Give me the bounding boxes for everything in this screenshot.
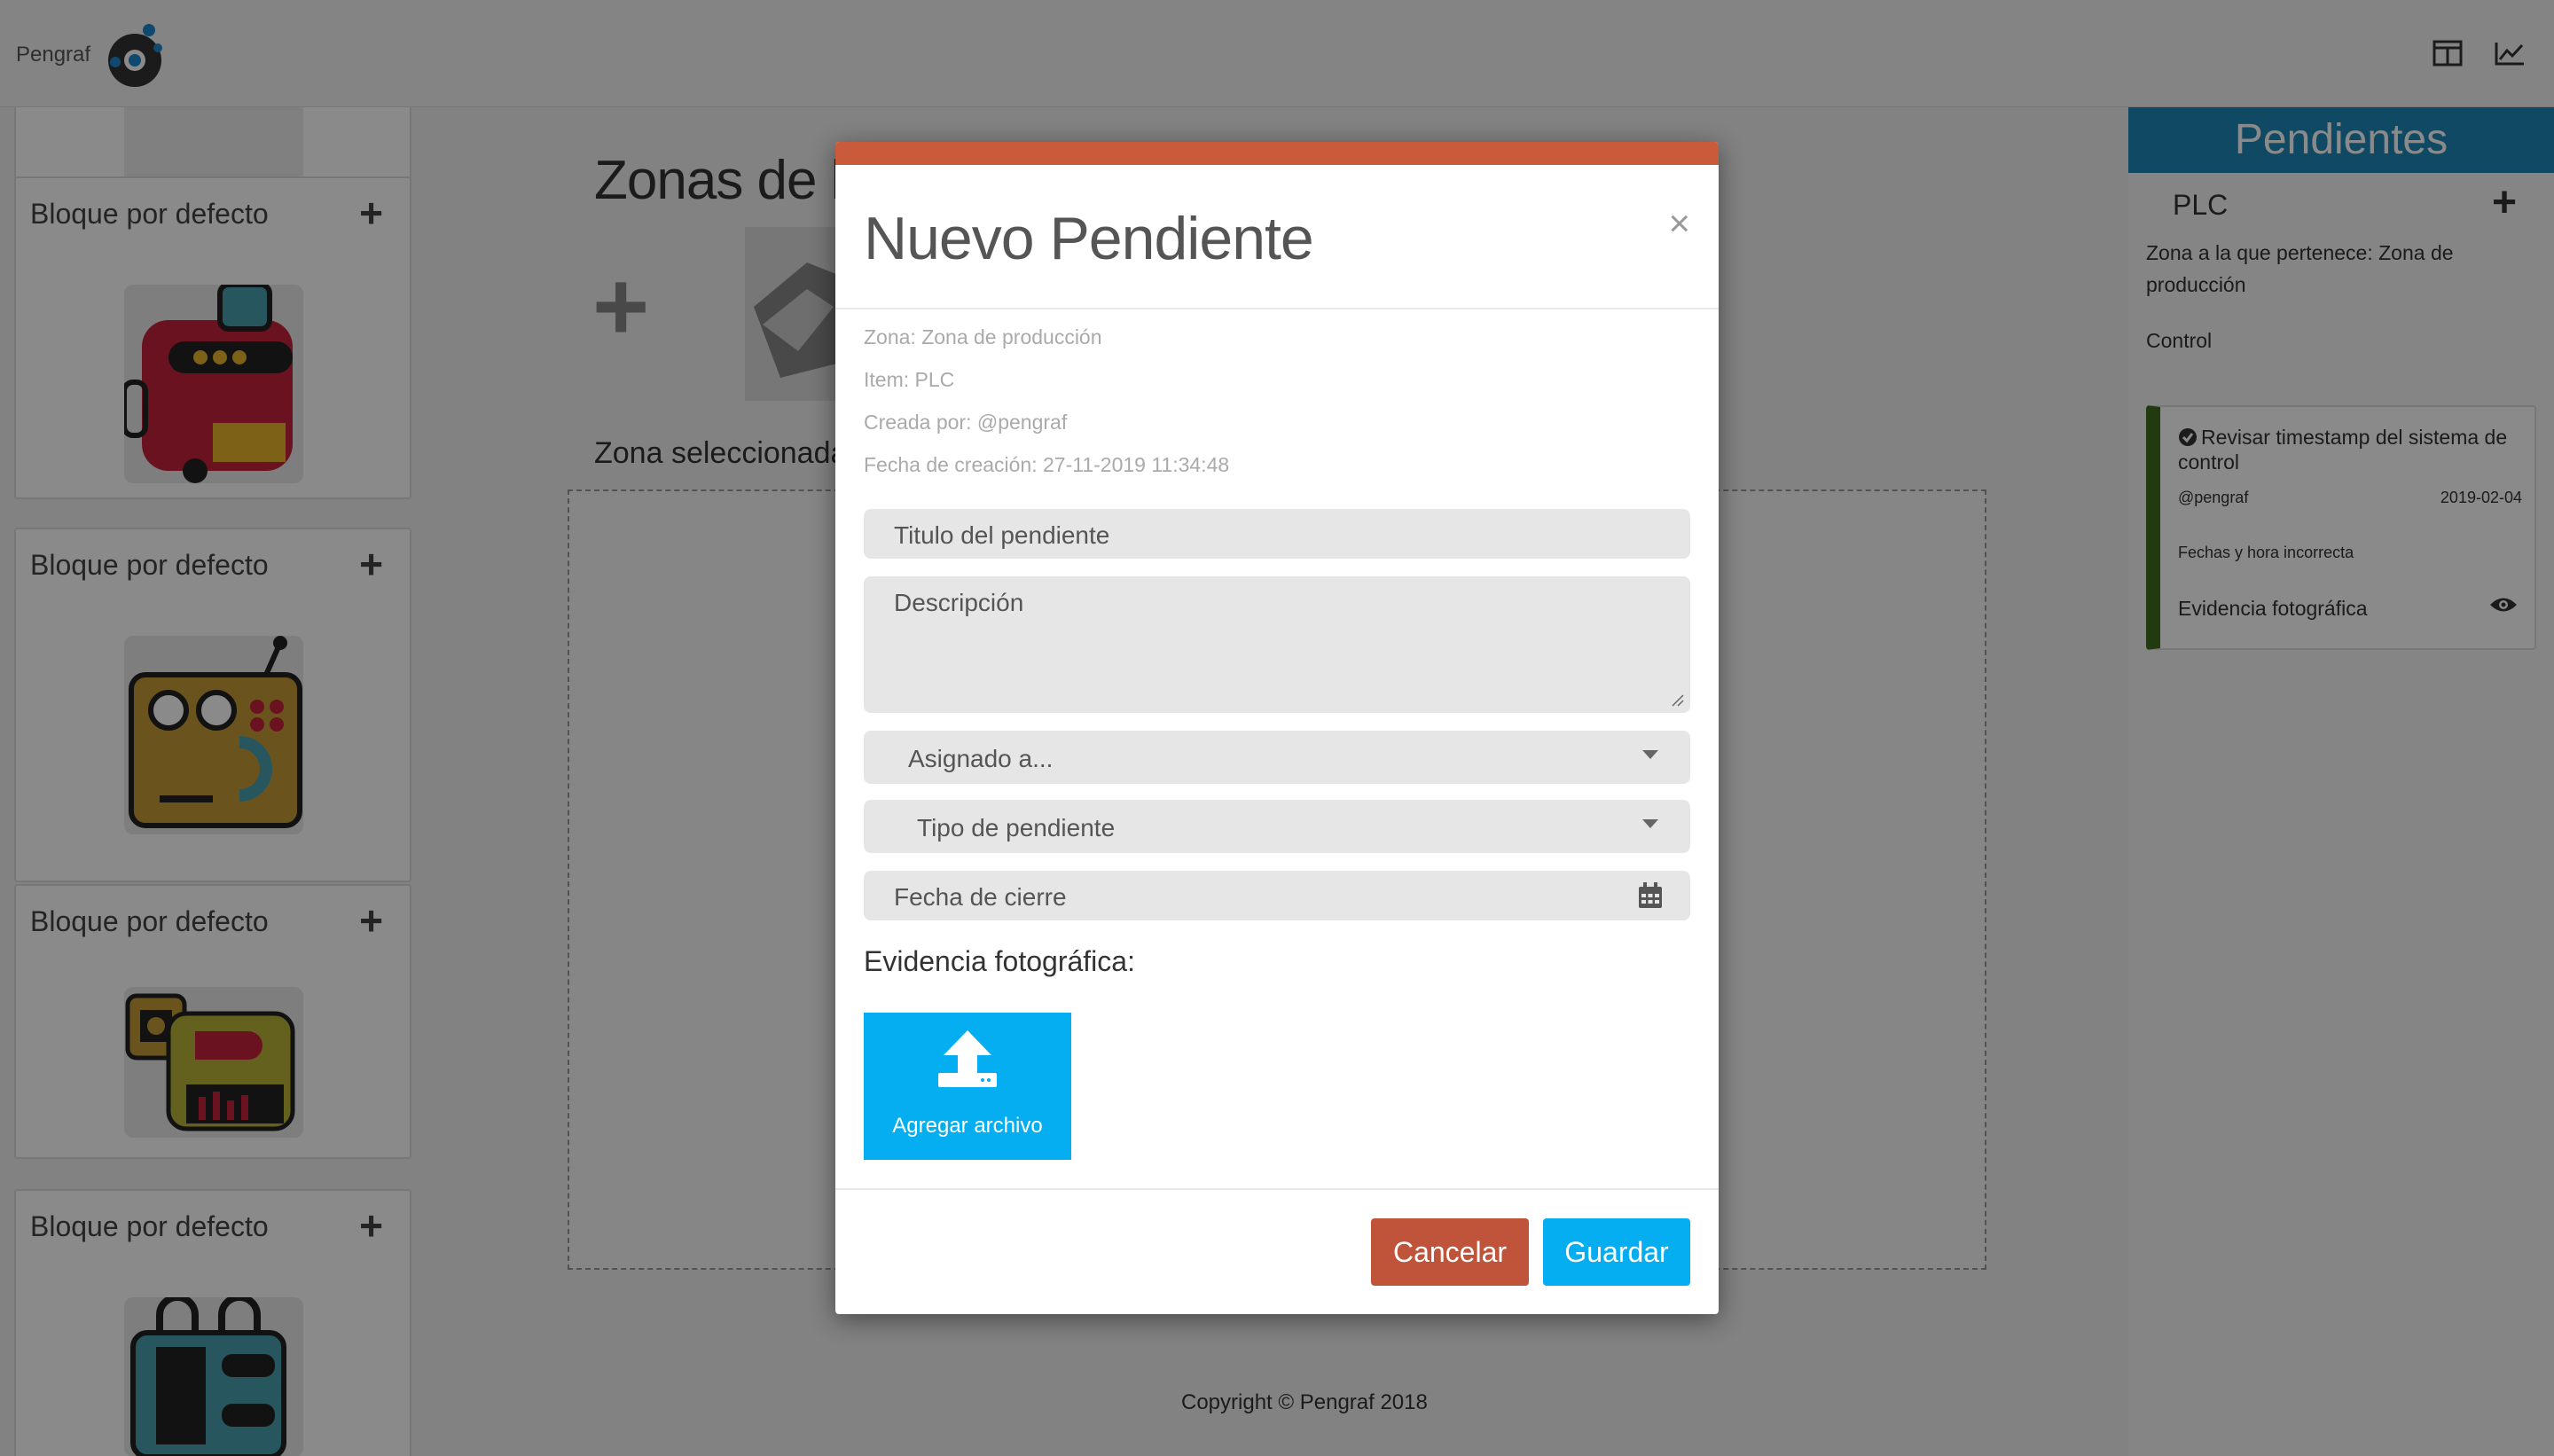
pending-type-select[interactable]: Tipo de pendiente (864, 800, 1690, 853)
assigned-to-select[interactable]: Asignado a... (864, 731, 1690, 784)
pending-type-value: Tipo de pendiente (917, 814, 1116, 842)
title-input[interactable]: Titulo del pendiente (864, 509, 1690, 559)
meta-zone: Zona: Zona de producción (864, 325, 1102, 348)
add-file-label: Agregar archivo (892, 1114, 1043, 1138)
upload-icon (938, 1030, 997, 1087)
divider (835, 308, 1719, 309)
close-date-placeholder: Fecha de cierre (894, 883, 1067, 911)
chevron-down-icon (1642, 750, 1658, 759)
divider (835, 1188, 1719, 1190)
meta-created-date: Fecha de creación: 27-11-2019 11:34:48 (864, 453, 1230, 476)
meta-created-by: Creada por: @pengraf (864, 411, 1068, 434)
description-textarea[interactable]: Descripción (864, 576, 1690, 713)
cancel-button[interactable]: Cancelar (1371, 1218, 1529, 1286)
meta-item: Item: PLC (864, 368, 955, 391)
modal-title: Nuevo Pendiente (864, 205, 1314, 272)
evidence-label: Evidencia fotográfica: (864, 945, 1135, 977)
add-file-button[interactable]: Agregar archivo (864, 1013, 1071, 1160)
close-date-input[interactable]: Fecha de cierre (864, 871, 1690, 920)
save-button[interactable]: Guardar (1543, 1218, 1690, 1286)
description-placeholder: Descripción (894, 589, 1024, 616)
resize-grip-icon[interactable] (1671, 693, 1685, 708)
assigned-to-value: Asignado a... (908, 745, 1054, 772)
close-icon[interactable]: × (1668, 202, 1690, 245)
chevron-down-icon (1642, 819, 1658, 828)
new-pending-modal: Nuevo Pendiente × Zona: Zona de producci… (835, 142, 1719, 1314)
calendar-icon[interactable] (1637, 881, 1664, 910)
title-placeholder: Titulo del pendiente (894, 521, 1110, 549)
modal-accent-bar (835, 142, 1719, 165)
